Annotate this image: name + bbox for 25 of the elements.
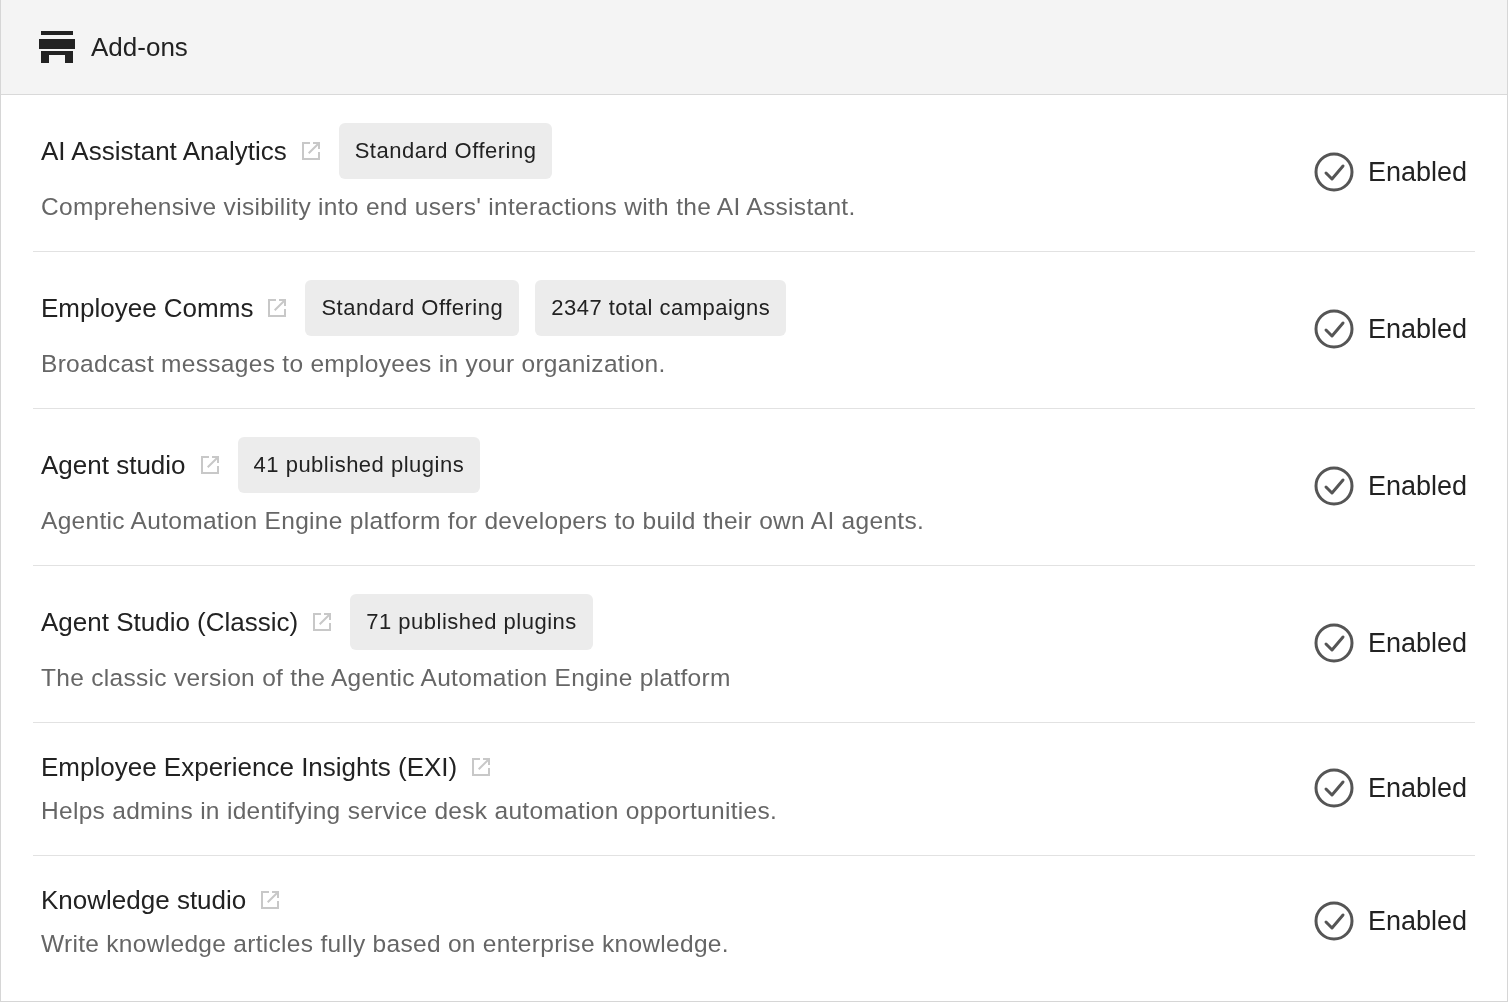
addon-name: AI Assistant Analytics (41, 135, 287, 167)
tag-chip: 71 published plugins (350, 594, 593, 650)
addon-name: Agent Studio (Classic) (41, 606, 299, 638)
panel-title: Add-ons (91, 31, 188, 63)
status-label: Enabled (1367, 156, 1467, 188)
status-label: Enabled (1367, 772, 1467, 804)
addon-name: Employee Comms (41, 292, 254, 324)
addon-description: The classic version of the Agentic Automation Engine platform (41, 664, 732, 692)
addon-description: Broadcast messages to employees in your organization. (41, 350, 667, 378)
addon-description: Helps admins in identifying service desk automation opportunities. (41, 797, 779, 825)
status-label: Enabled (1367, 313, 1467, 345)
tag-chip: Standard Offering (338, 123, 553, 179)
status-label: Enabled (1367, 470, 1467, 502)
addon-name: Agent studio (41, 449, 186, 481)
addon-name: Knowledge studio (41, 884, 247, 916)
tag-chip: Standard Offering (305, 280, 520, 336)
addon-description: Write knowledge articles fully based on enterprise knowledge. (41, 930, 730, 958)
addon-description: Comprehensive visibility into end users' interactions with the AI Assistant. (41, 193, 857, 221)
addon-name: Employee Experience Insights (EXI) (41, 751, 458, 783)
tag-chip: 41 published plugins (237, 437, 481, 493)
tag-chip: 2347 total campaigns (535, 280, 787, 336)
status-label: Enabled (1367, 627, 1467, 659)
status-label: Enabled (1367, 905, 1467, 937)
addon-description: Agentic Automation Engine platform for developers to build their own AI agents. (41, 507, 926, 535)
storefront-icon (39, 31, 75, 63)
